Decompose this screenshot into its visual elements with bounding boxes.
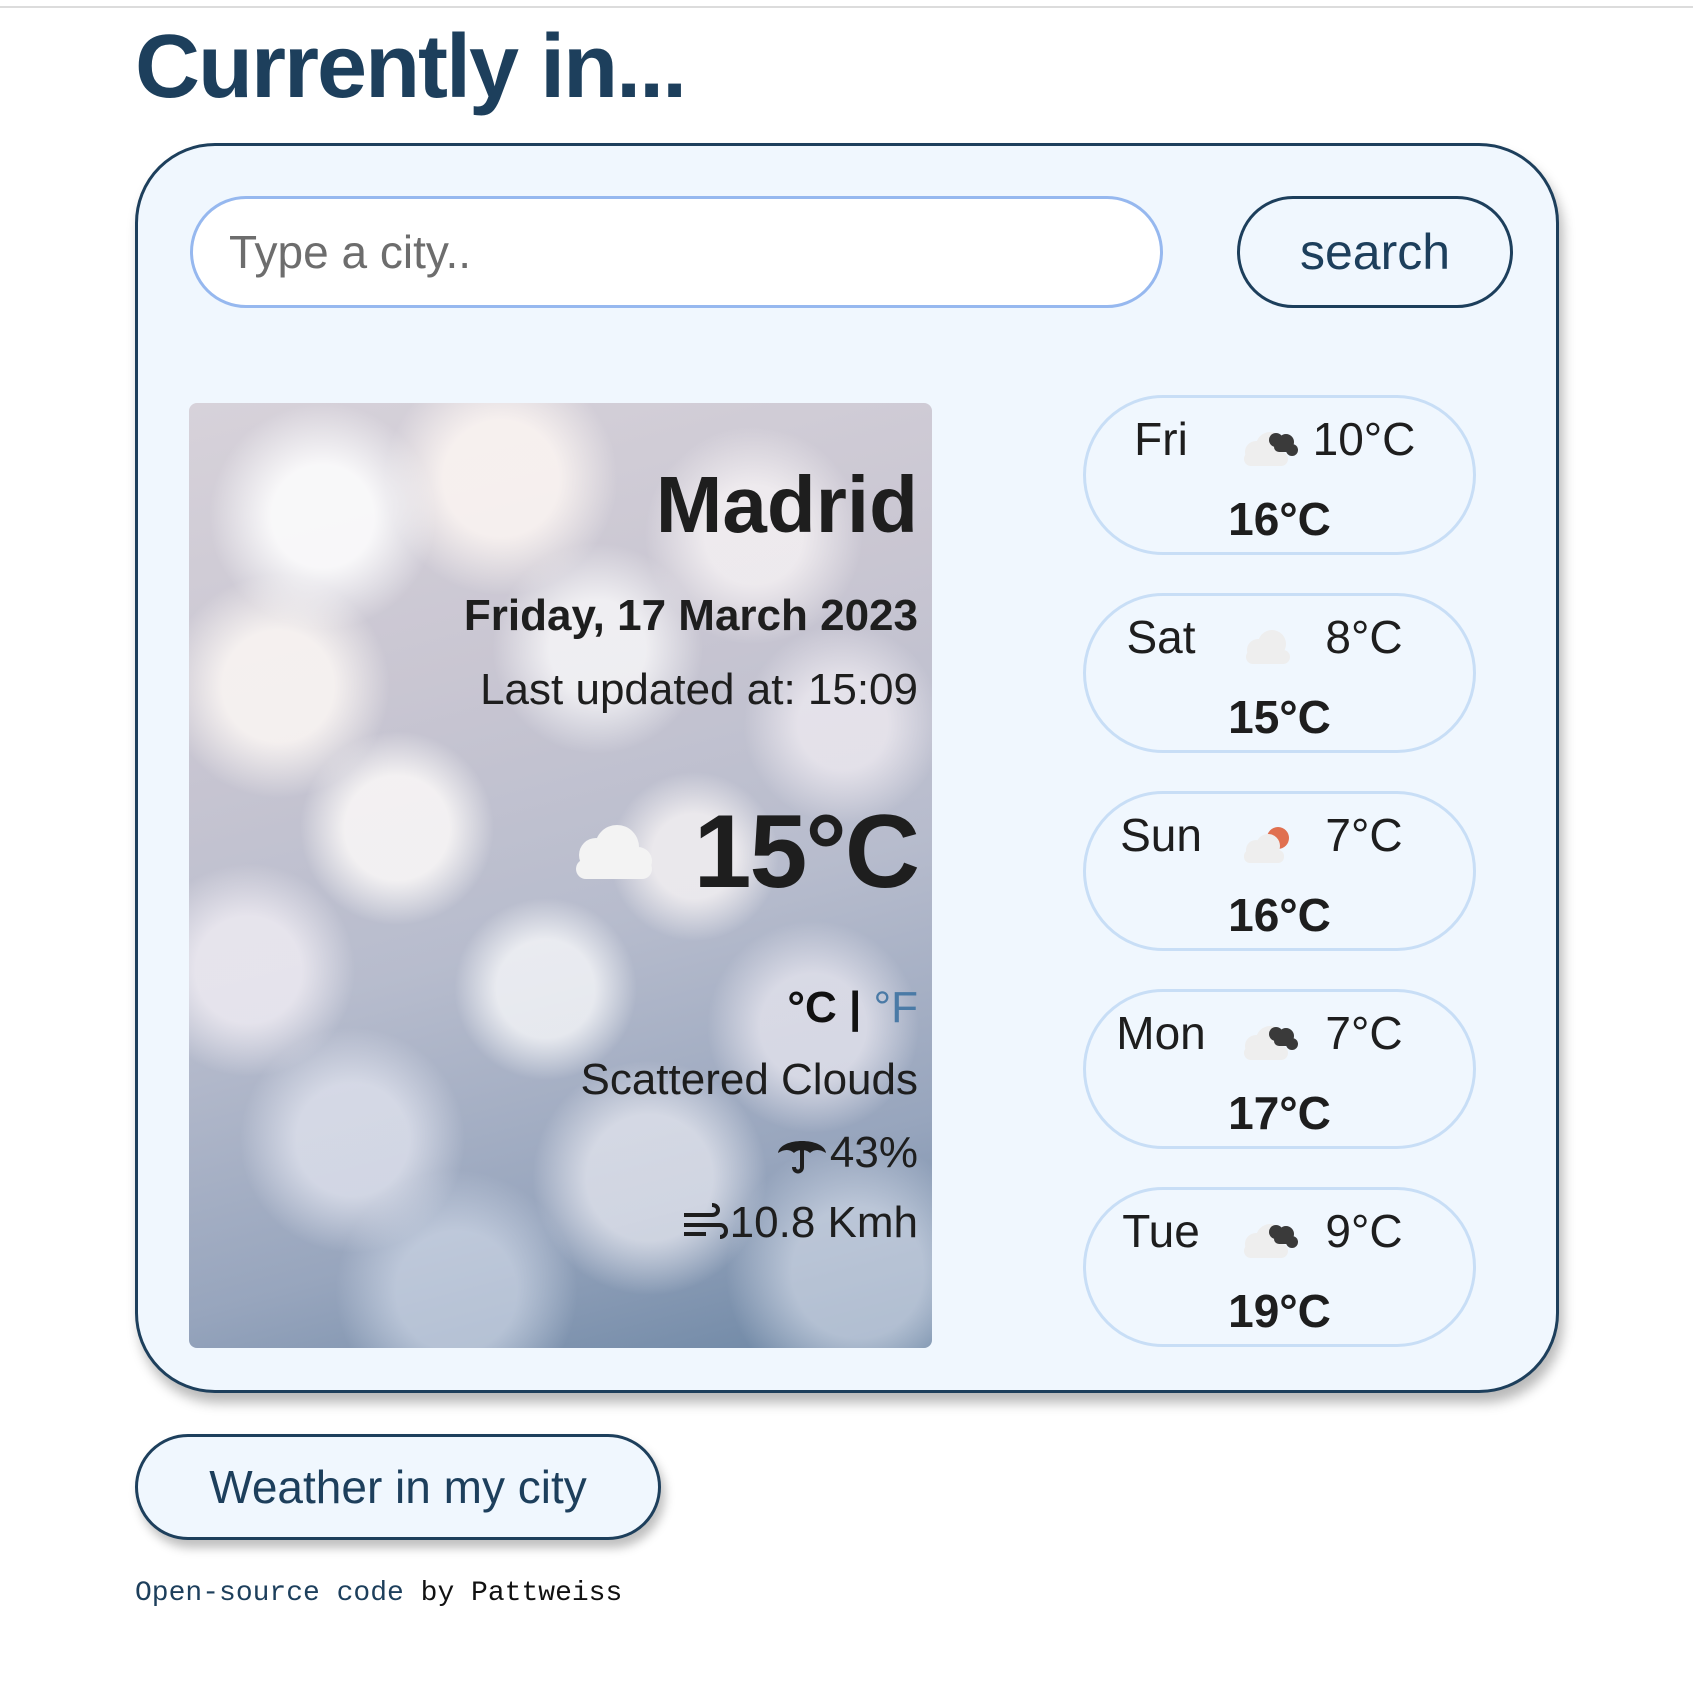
forecast-day-name: Fri — [1134, 413, 1188, 465]
current-temperature: 15°C — [693, 794, 920, 910]
current-weather-card: Madrid Friday, 17 March 2023 Last update… — [189, 403, 932, 1348]
fahrenheit-link[interactable]: °F — [874, 983, 918, 1032]
umbrella-icon — [777, 1141, 826, 1174]
forecast-day-name: Sat — [1126, 611, 1196, 663]
forecast-day-name: Sun — [1120, 809, 1202, 861]
weather-description: Scattered Clouds — [580, 1055, 918, 1104]
forecast-day-name: Mon — [1116, 1007, 1206, 1059]
humidity: 43% — [776, 1128, 918, 1178]
last-updated: Last updated at: 15:09 — [480, 665, 918, 714]
forecast-day: Tue 9°C 19°C — [1083, 1187, 1476, 1347]
wind-value: 10.8 Kmh — [729, 1198, 918, 1247]
city-name: Madrid — [655, 460, 918, 549]
forecast-high: 19°C — [1228, 1285, 1331, 1337]
forecast-day: Sat 8°C 15°C — [1083, 593, 1476, 753]
broken-clouds-icon — [1244, 1026, 1298, 1060]
weather-panel: search Madrid Friday, 17 March 2023 Last… — [135, 143, 1559, 1393]
forecast-day-name: Tue — [1122, 1205, 1200, 1257]
wind-icon — [683, 1203, 728, 1239]
celsius-unit[interactable]: °C — [787, 983, 836, 1032]
current-date: Friday, 17 March 2023 — [463, 591, 918, 640]
unit-separator: | — [848, 983, 862, 1032]
forecast-low: 10°C — [1312, 413, 1416, 465]
forecast-low: 7°C — [1325, 1007, 1403, 1059]
forecast-low: 9°C — [1325, 1205, 1403, 1257]
unit-toggle: °C | °F — [787, 983, 918, 1033]
top-divider — [0, 6, 1693, 8]
weather-in-my-city-button[interactable]: Weather in my city — [135, 1434, 661, 1540]
forecast-low: 8°C — [1325, 611, 1403, 663]
forecast-day: Mon 7°C 17°C — [1083, 989, 1476, 1149]
forecast-day: Fri 10°C 16°C — [1083, 395, 1476, 555]
search-button[interactable]: search — [1237, 196, 1513, 308]
footer: Open-source code by Pattweiss — [135, 1578, 622, 1609]
city-search-input[interactable] — [190, 196, 1163, 308]
forecast-high: 15°C — [1228, 691, 1331, 743]
partly-cloudy-icon — [1244, 827, 1289, 863]
open-source-link[interactable]: Open-source code — [135, 1578, 404, 1609]
humidity-value: 43% — [829, 1128, 918, 1177]
page-title: Currently in... — [135, 17, 687, 117]
forecast-high: 16°C — [1228, 889, 1331, 941]
wind: 10.8 Kmh — [682, 1198, 918, 1248]
few-clouds-icon — [1246, 630, 1290, 664]
broken-clouds-icon — [1244, 1224, 1298, 1258]
current-temperature-row: 15°C — [562, 793, 920, 912]
forecast-high: 16°C — [1228, 493, 1331, 545]
broken-clouds-icon — [1244, 432, 1298, 466]
forecast-low: 7°C — [1325, 809, 1403, 861]
forecast-high: 17°C — [1228, 1087, 1331, 1139]
cloud-icon — [575, 824, 652, 879]
forecast-day: Sun 7°C 16°C — [1083, 791, 1476, 951]
footer-author: by Pattweiss — [403, 1578, 623, 1609]
